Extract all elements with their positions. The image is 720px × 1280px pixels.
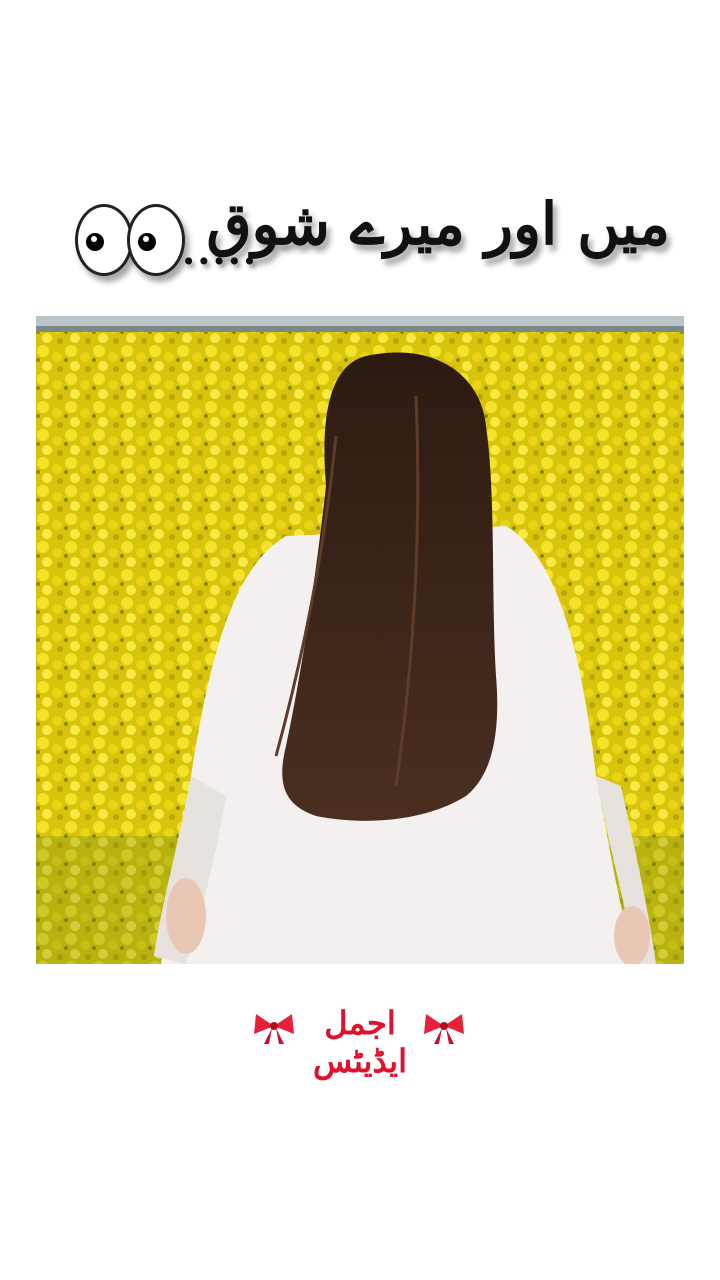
ribbon-bow-icon	[424, 1014, 464, 1044]
ribbon-bow-icon	[254, 1014, 294, 1044]
signature-text: اجمل ایڈیٹس	[313, 1004, 407, 1080]
main-photo	[36, 316, 684, 964]
page-title: میں اور میرے شوق	[206, 190, 670, 258]
eyes-icon	[75, 200, 185, 280]
eye-left	[75, 204, 133, 276]
eye-right	[127, 204, 185, 276]
header: ..... میں اور میرے شوق	[60, 190, 670, 300]
photo-illustration	[36, 316, 684, 964]
signature: اجمل ایڈیٹس	[250, 1000, 470, 1080]
